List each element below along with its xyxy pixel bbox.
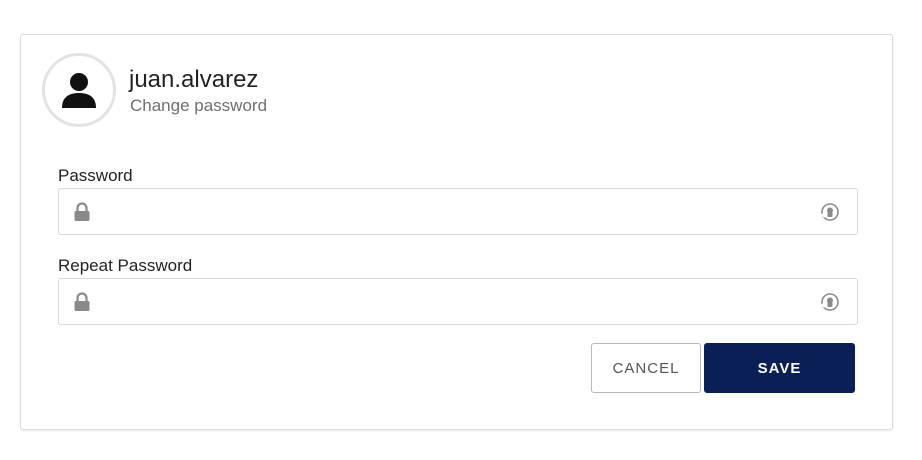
save-button[interactable]: SAVE <box>704 343 855 393</box>
username: juan.alvarez <box>129 66 259 93</box>
password-label: Password <box>58 166 133 185</box>
avatar <box>42 53 116 127</box>
change-password-card: juan.alvarez Change password Password Re… <box>20 34 893 430</box>
lock-icon <box>74 292 90 311</box>
lock-icon <box>74 202 90 221</box>
cancel-button[interactable]: CANCEL <box>591 343 701 393</box>
repeat-password-input[interactable] <box>103 279 803 324</box>
repeat-password-field-container <box>58 278 858 325</box>
repeat-password-label: Repeat Password <box>58 256 193 275</box>
password-field-container <box>58 188 858 235</box>
toggle-visibility-icon[interactable] <box>819 291 841 313</box>
password-input[interactable] <box>103 189 803 234</box>
user-icon <box>62 73 96 108</box>
toggle-visibility-icon[interactable] <box>819 201 841 223</box>
page-subtitle: Change password <box>130 96 268 115</box>
